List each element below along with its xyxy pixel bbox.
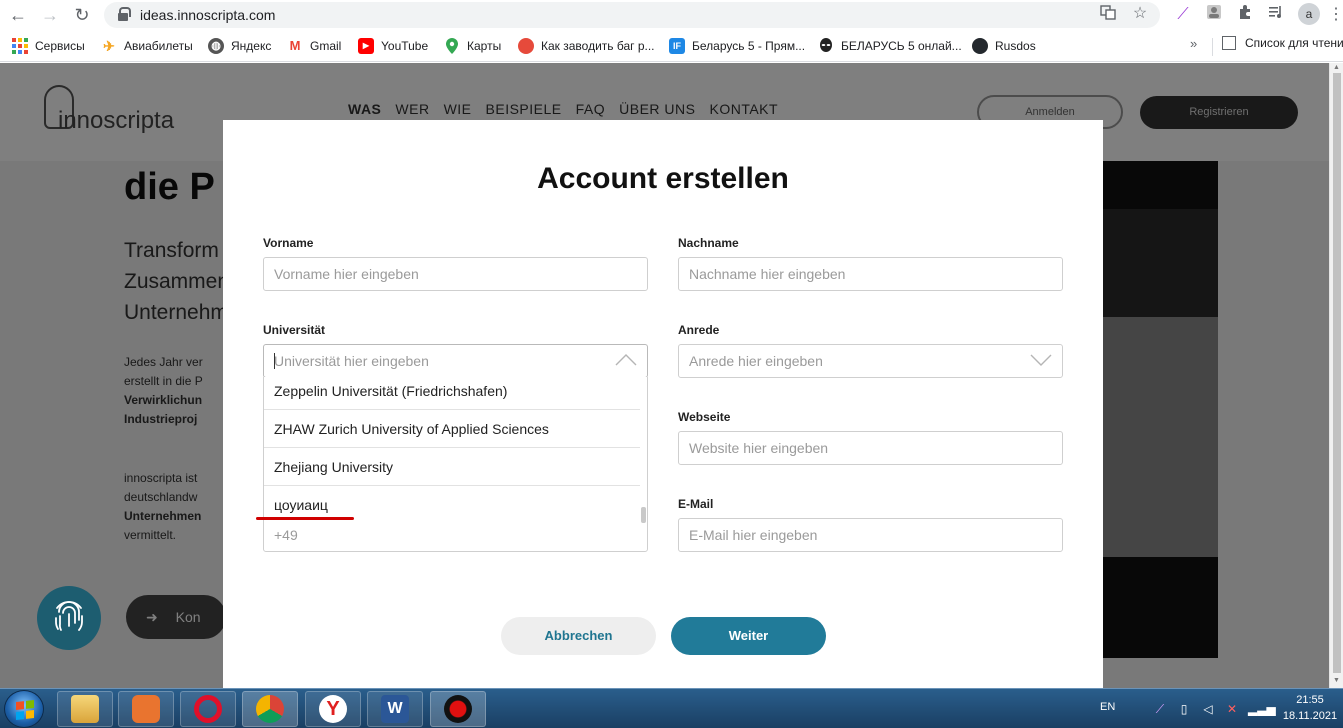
bookmark-yandex[interactable]: ◍ Яндекс xyxy=(208,36,271,56)
yandex-icon: Y xyxy=(319,695,347,723)
plane-icon: ✈ xyxy=(103,38,115,54)
taskbar-yandex[interactable]: Y xyxy=(305,691,361,727)
opera-icon xyxy=(194,695,222,723)
back-arrow-icon[interactable]: ← xyxy=(6,3,30,27)
taskbar-screenshot-tool[interactable] xyxy=(430,691,486,727)
lock-icon xyxy=(118,7,131,21)
taskbar-explorer[interactable] xyxy=(57,691,113,727)
modal-title: Account erstellen xyxy=(537,162,789,195)
profile-avatar[interactable]: a xyxy=(1298,3,1320,25)
vorname-input[interactable]: Vorname hier eingeben xyxy=(263,257,648,291)
fingerprint-icon xyxy=(55,601,83,631)
windows-logo-icon xyxy=(16,700,34,720)
address-bar[interactable]: ideas.innoscripta.com xyxy=(104,2,1160,28)
universitaet-placeholder: Universität hier eingeben xyxy=(274,353,429,369)
media-queue-icon[interactable] xyxy=(1265,4,1287,26)
universitaet-label: Universität xyxy=(263,323,326,337)
profile-extension-icon[interactable] xyxy=(1203,4,1225,26)
word-icon: W xyxy=(381,695,409,723)
github-icon xyxy=(972,38,988,54)
bookmark-gmail[interactable]: M Gmail xyxy=(287,36,342,56)
universitaet-dropdown-list[interactable]: Zeppelin Universität (Friedrichshafen) Z… xyxy=(263,377,648,527)
kebab-menu-icon[interactable]: ⋮ xyxy=(1328,4,1343,26)
annotation-red-underline xyxy=(256,517,354,520)
bookmark-aviabilety[interactable]: ✈ Авиабилеты xyxy=(101,36,193,56)
page-scrollbar[interactable]: ▲ ▼ xyxy=(1329,63,1343,688)
folder-icon xyxy=(71,695,99,723)
anrede-label: Anrede xyxy=(678,323,720,337)
bookmarks-bar: Сервисы ✈ Авиабилеты ◍ Яндекс M Gmail ▶ … xyxy=(0,30,1343,62)
taskbar-media-player[interactable] xyxy=(118,691,174,727)
bookmark-youtube[interactable]: ▶ YouTube xyxy=(358,36,428,56)
translate-icon[interactable] xyxy=(1098,4,1118,24)
signal-bars-icon[interactable]: ▂▃▅ xyxy=(1248,701,1276,717)
start-button[interactable] xyxy=(4,690,44,728)
dropdown-scrollbar-thumb[interactable] xyxy=(641,507,646,523)
address-url: ideas.innoscripta.com xyxy=(140,7,276,23)
taskbar-opera[interactable] xyxy=(180,691,236,727)
chevron-down-icon[interactable] xyxy=(1030,354,1052,366)
bookmark-belarus5[interactable]: IF Беларусь 5 - Прям... xyxy=(669,36,805,56)
vorname-label: Vorname xyxy=(263,236,314,250)
taskbar-chrome[interactable] xyxy=(242,691,298,727)
volume-icon[interactable]: ◁ xyxy=(1200,701,1216,717)
fingerprint-widget-button[interactable] xyxy=(37,586,101,650)
apps-grid-icon xyxy=(12,38,28,54)
scroll-up-icon[interactable]: ▲ xyxy=(1333,64,1340,71)
scroll-down-icon[interactable]: ▼ xyxy=(1333,677,1340,684)
media-player-icon xyxy=(132,695,160,723)
browser-toolbar: ← → ↻ ideas.innoscripta.com ☆ ⟋ a ⋮ xyxy=(0,0,1343,30)
bookmark-rusdos[interactable]: Rusdos xyxy=(972,36,1036,56)
bookmark-bug-report[interactable]: Как заводить баг р... xyxy=(518,36,655,56)
clock-time[interactable]: 21:55 xyxy=(1290,694,1330,706)
nachname-input[interactable]: Nachname hier eingeben xyxy=(678,257,1063,291)
belarus5-icon: IF xyxy=(669,38,685,54)
youtube-icon: ▶ xyxy=(358,38,374,54)
email-label: E-Mail xyxy=(678,497,714,511)
gmail-icon: M xyxy=(289,38,301,53)
cancel-button[interactable]: Abbrechen xyxy=(501,617,656,655)
email-input[interactable]: E-Mail hier eingeben xyxy=(678,518,1063,552)
alien-icon xyxy=(818,38,834,54)
chevron-up-icon[interactable] xyxy=(615,354,637,366)
globe-icon: ◍ xyxy=(208,38,224,54)
anrede-select[interactable]: Anrede hier eingeben xyxy=(678,344,1063,378)
bookmark-star-icon[interactable]: ☆ xyxy=(1130,4,1150,24)
text-caret xyxy=(274,353,275,369)
bookmarks-overflow-icon[interactable]: » xyxy=(1190,36,1197,51)
bookmark-belarus5-online[interactable]: БЕЛАРУСЬ 5 онлай... xyxy=(818,36,962,56)
universitaet-combobox[interactable]: Universität hier eingeben xyxy=(263,344,648,378)
chrome-icon xyxy=(256,695,284,723)
bookmark-services[interactable]: Сервисы xyxy=(12,36,85,56)
reading-list-button[interactable]: Список для чтения xyxy=(1222,36,1343,50)
dropdown-option[interactable]: Zeppelin Universität (Friedrichshafen) xyxy=(264,377,640,410)
bookmark-maps[interactable]: Карты xyxy=(444,36,501,56)
bug-icon xyxy=(518,38,534,54)
account-modal: Account erstellen Vorname Vorname hier e… xyxy=(223,120,1103,688)
clock-date[interactable]: 18.11.2021 xyxy=(1280,710,1340,722)
maps-pin-icon xyxy=(444,38,460,54)
device-tray-icon[interactable]: ▯ xyxy=(1176,701,1192,717)
reading-list-icon xyxy=(1222,36,1236,50)
windows-taskbar: Y W EN ⟋ ▯ ◁ ✕ ▂▃▅ 21:55 18.11.2021 xyxy=(0,688,1343,728)
feather-tray-icon[interactable]: ⟋ xyxy=(1152,701,1168,717)
input-language-indicator[interactable]: EN xyxy=(1100,701,1115,713)
reload-icon[interactable]: ↻ xyxy=(70,3,94,27)
feather-extension-icon[interactable]: ⟋ xyxy=(1172,4,1194,26)
puzzle-extensions-icon[interactable] xyxy=(1234,4,1256,26)
webseite-label: Webseite xyxy=(678,410,731,424)
forward-arrow-icon[interactable]: → xyxy=(38,3,62,27)
nachname-label: Nachname xyxy=(678,236,739,250)
network-error-icon[interactable]: ✕ xyxy=(1224,701,1240,717)
screenshot-tool-icon xyxy=(444,695,472,723)
next-button[interactable]: Weiter xyxy=(671,617,826,655)
page-scrollbar-thumb[interactable] xyxy=(1333,73,1341,673)
dropdown-option[interactable]: Zhejiang University xyxy=(264,448,640,486)
dropdown-option[interactable]: ZHAW Zurich University of Applied Scienc… xyxy=(264,410,640,448)
bookmarks-divider xyxy=(1212,38,1213,56)
webseite-input[interactable]: Website hier eingeben xyxy=(678,431,1063,465)
taskbar-word[interactable]: W xyxy=(367,691,423,727)
